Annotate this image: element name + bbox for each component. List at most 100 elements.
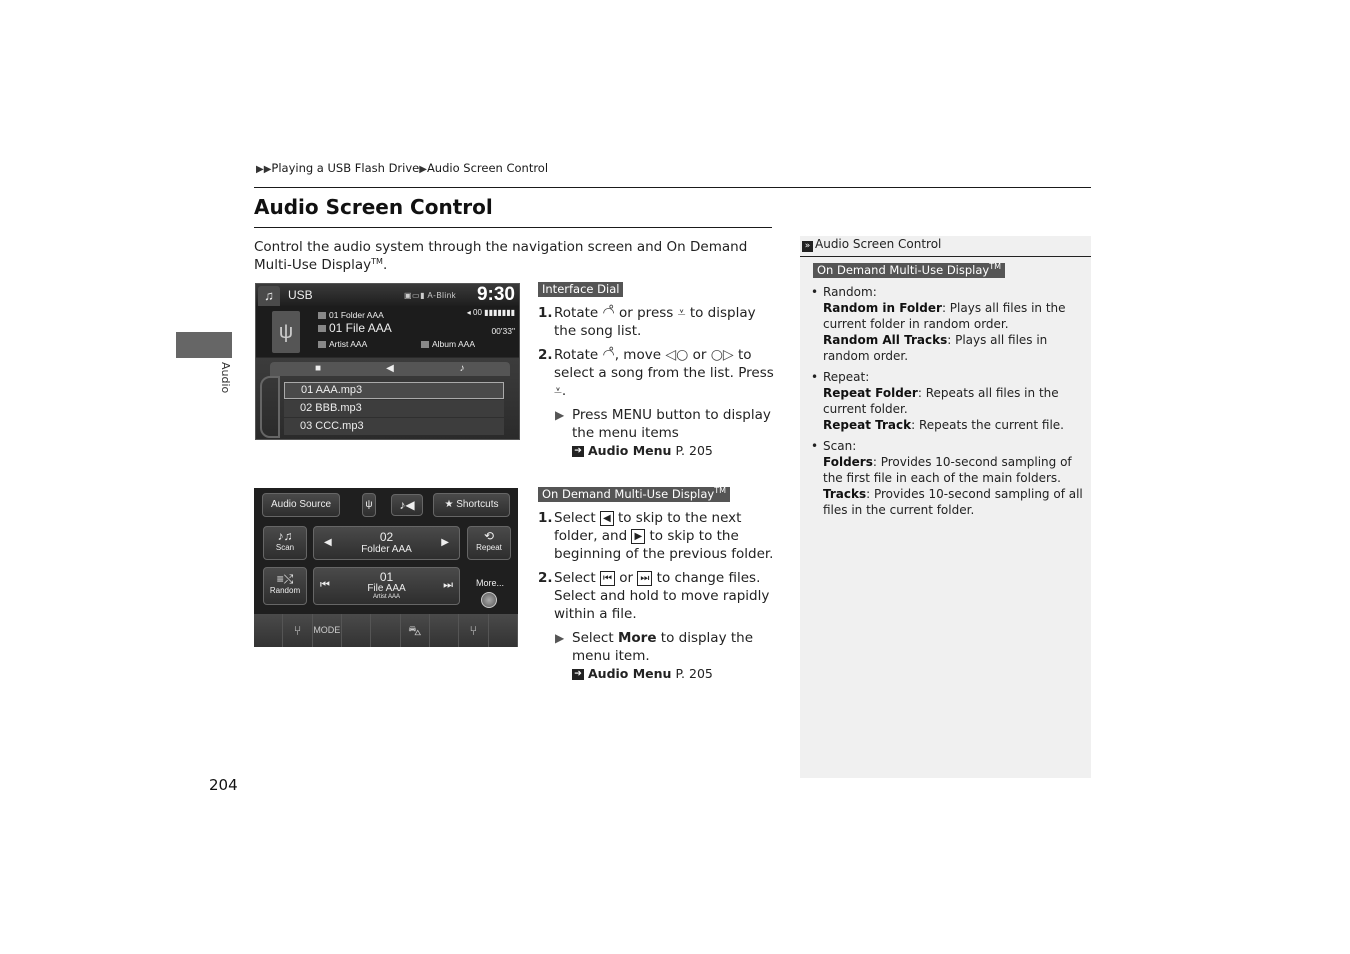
more-term: More: [617, 630, 657, 646]
music-tab-icon: ♪: [459, 363, 465, 374]
sidebar-list: • Random: Random in Folder: Plays all fi…: [811, 284, 1083, 523]
file-icon: [318, 325, 326, 333]
page-number: 204: [209, 776, 238, 794]
sidebar-section-header: On Demand Multi-Use DisplayTM: [813, 259, 1006, 278]
folder-name: Folder AAA: [361, 544, 412, 555]
sidebar-list-item: • Repeat: Repeat Folder: Repeats all fil…: [811, 370, 1064, 432]
blank-slot: [254, 614, 284, 647]
song-list: 01 AAA.mp3 02 BBB.mp3 03 CCC.mp3: [284, 382, 504, 436]
audio-source-label: USB: [288, 288, 313, 302]
skip-back-icon: ⏮: [320, 579, 330, 591]
file-number: 01: [379, 570, 394, 584]
blank-slot: [371, 614, 401, 647]
file-name: File AAA: [367, 583, 406, 594]
folder-name: 01 Folder AAA: [329, 310, 384, 320]
header-divider: [254, 187, 1091, 188]
section-header: On Demand Multi-Use DisplayTM: [538, 487, 731, 502]
skip-back-icon: ⏮: [599, 570, 615, 586]
album-name: Album AAA: [432, 339, 475, 349]
music-note-icon: ♫: [258, 286, 280, 306]
reference-arrow-icon: ➔: [572, 668, 584, 680]
sound-icon: ♪◀: [391, 494, 423, 516]
rotate-dial-icon: ◠̊: [602, 347, 615, 363]
interface-dial-section: Interface Dial 1. Rotate ◠̊ or press ⩡ t…: [538, 280, 774, 460]
odmd-section: On Demand Multi-Use DisplayTM 1. Select …: [538, 485, 774, 683]
folder-control: ◀ 02 Folder AAA ▶: [313, 526, 460, 560]
chapter-tab-label: Audio: [219, 362, 232, 394]
double-arrow-icon: »: [802, 241, 813, 252]
repeat-button: ⟲ Repeat: [467, 526, 511, 560]
artist-name: Artist AAA: [372, 594, 400, 600]
song-row: 01 AAA.mp3: [284, 382, 504, 399]
blank-slot: [342, 614, 372, 647]
note-item: ▶ Press MENU button to display the menu …: [538, 406, 774, 460]
cross-reference-link[interactable]: ➔ Audio Menu P. 205: [572, 442, 774, 460]
rotate-dial-icon: ◠̊: [602, 305, 615, 321]
sidebar-header: » Audio Screen Control: [802, 237, 941, 252]
section-header: Interface Dial: [538, 282, 624, 297]
prev-folder-icon: ◀: [599, 510, 614, 526]
artist-icon: [318, 341, 326, 349]
skip-forward-icon: ⏭: [443, 579, 453, 591]
volume-indicator: ◂ 00 ▮▮▮▮▮▮▮: [466, 308, 515, 317]
title-divider: [254, 227, 772, 228]
sidebar-list-item: • Scan: Folders: Provides 10-second samp…: [811, 439, 1083, 517]
note-text: Press MENU button to display the menu it…: [572, 407, 771, 441]
scan-button: ♪♫ Scan: [263, 526, 307, 560]
scan-icon: ♪♫: [277, 529, 293, 543]
step-item: 2. Rotate ◠̊, move ◁○ or ○▷ to select a …: [538, 347, 774, 399]
blank-slot: [430, 614, 460, 647]
breadcrumb-arrow-icon: ▶▶: [256, 164, 272, 175]
step-number: 2.: [538, 347, 553, 363]
climate-bar: ⑂ MODE ⛍ ⑂: [254, 614, 518, 647]
next-folder-icon: ▶: [631, 528, 646, 544]
step-number: 1.: [538, 305, 553, 321]
random-button: ≡⤭ Random: [263, 567, 307, 605]
page-title: Audio Screen Control: [254, 195, 493, 219]
prev-folder-icon: ◀: [324, 537, 332, 548]
skip-forward-icon: ⏭: [637, 570, 653, 586]
seat-heater-icon: ⑂: [459, 614, 489, 647]
more-label: More...: [476, 578, 505, 588]
clock: 9:30: [476, 284, 515, 305]
folder-icon: [318, 312, 326, 320]
breadcrumb-arrow-icon: ▶: [419, 164, 427, 175]
step-number: 2.: [538, 570, 553, 586]
chapter-tab[interactable]: [176, 332, 232, 358]
more-button: [481, 592, 497, 608]
car-recirc-icon: ⛍: [401, 614, 430, 647]
note-arrow-icon: ▶: [555, 631, 565, 645]
file-control: ⏮ 01 File AAA Artist AAA ⏭: [313, 567, 460, 605]
breadcrumb-item[interactable]: Audio Screen Control: [427, 161, 548, 175]
press-dial-icon: ⩡: [554, 383, 562, 399]
trademark: TM: [371, 257, 383, 266]
next-folder-icon: ▶: [441, 537, 449, 548]
odmd-screen-image: Audio Source ψ ♪◀ ★ Shortcuts ♪♫ Scan ◀ 0…: [254, 488, 518, 647]
step-item: 2. Select ⏮ or ⏭ to change files. Select…: [538, 570, 770, 622]
song-row: 03 CCC.mp3: [284, 418, 504, 435]
elapsed-time: 00'33": [491, 326, 515, 336]
move-right-icon: ○▷: [710, 347, 734, 363]
note-item: ▶ Select More to display the menu item. …: [538, 629, 774, 683]
random-icon: ≡⤭: [276, 572, 294, 586]
file-name: 01 File AAA: [329, 321, 392, 335]
seat-heater-icon: ⑂: [283, 614, 313, 647]
back-arrow-icon: ◀: [386, 363, 394, 374]
step-item: 1. Select ◀ to skip to the next folder, …: [538, 510, 774, 562]
sidebar-list-item: • Random: Random in Folder: Plays all fi…: [811, 285, 1066, 363]
song-row: 02 BBB.mp3: [284, 400, 504, 417]
blank-slot: [489, 614, 518, 647]
song-list-panel: ■ ◀ ♪ 01 AAA.mp3 02 BBB.mp3 03 CCC.mp3: [256, 358, 519, 439]
shortcuts-button: ★ Shortcuts: [433, 493, 510, 517]
cross-reference-link[interactable]: ➔ Audio Menu P. 205: [572, 665, 774, 683]
repeat-icon: ⟲: [483, 529, 495, 543]
navigation-screen-image: ♫ USB ▣▭▮ A-Blink 9:30 ψ 01 Folder AAA 0…: [255, 283, 520, 440]
audio-source-button: Audio Source: [262, 493, 340, 517]
intro-text: Control the audio system through the nav…: [254, 239, 748, 273]
breadcrumb: ▶▶Playing a USB Flash Drive▶Audio Screen…: [256, 161, 548, 175]
breadcrumb-item[interactable]: Playing a USB Flash Drive: [271, 161, 419, 175]
mode-fan-icon: MODE: [313, 614, 342, 647]
step-item: 1. Rotate ◠̊ or press ⩡ to display the s…: [538, 305, 756, 339]
screen-top-bar: ♫ USB ▣▭▮ A-Blink 9:30: [256, 284, 519, 306]
press-dial-icon: ⩡: [677, 305, 686, 321]
